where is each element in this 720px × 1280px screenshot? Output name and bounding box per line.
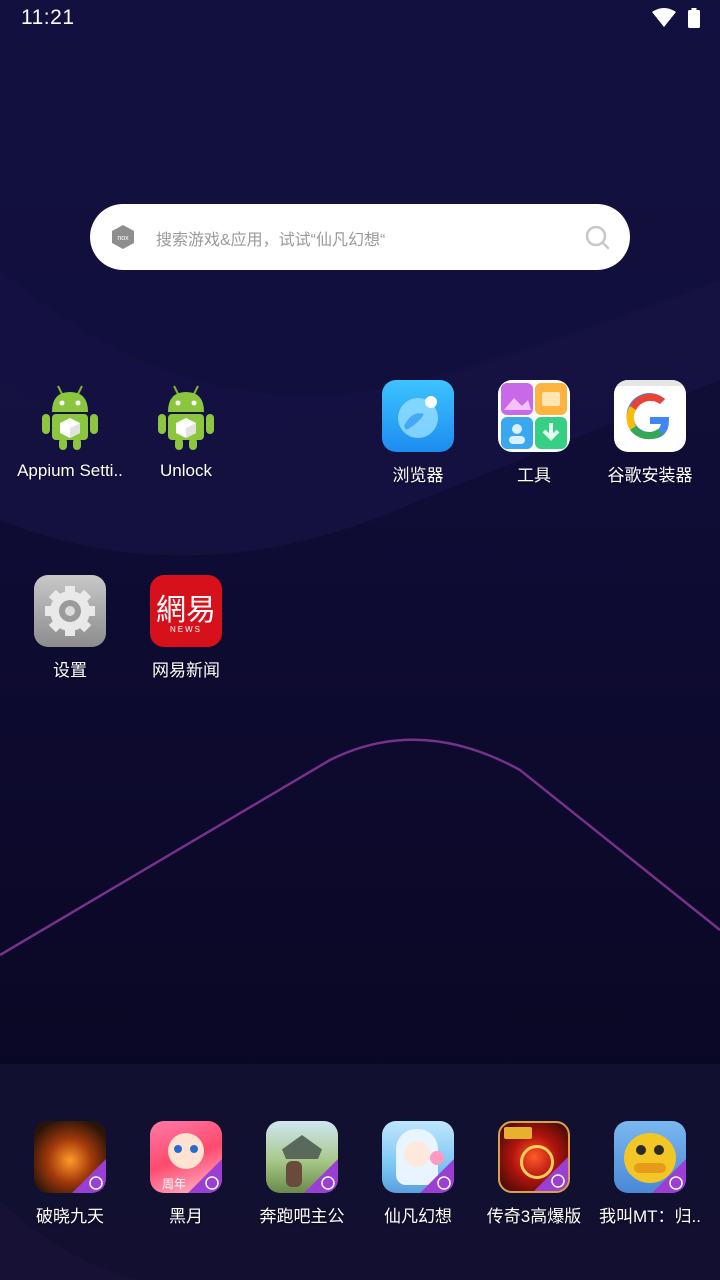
dock-app-heiyue[interactable]: 周年 黑月 [128,1121,244,1241]
game-icon [382,1121,454,1193]
game-icon [498,1121,570,1193]
app-label: 传奇3高爆版 [486,1207,582,1226]
game-icon [614,1121,686,1193]
app-label: 谷歌安装器 [607,466,693,485]
app-label: Appium Setti.. [17,461,123,480]
app-unlock[interactable]: Unlock [128,380,244,500]
nox-badge-icon [534,1157,568,1191]
nox-badge-icon [304,1159,338,1193]
dock-app-chuanqi3[interactable]: 传奇3高爆版 [476,1121,592,1241]
netease-logo-text: 網易 [156,593,216,628]
game-icon [266,1121,338,1193]
app-label: 仙凡幻想 [384,1207,452,1226]
wifi-icon [652,8,676,27]
dock-app-wojiao-mt[interactable]: 我叫MT：归.. [592,1121,708,1241]
app-label: 网易新闻 [152,661,220,680]
status-icons [652,8,700,28]
battery-icon [688,8,700,28]
app-label: 奔跑吧主公 [259,1207,345,1226]
search-input[interactable]: 搜索游戏&应用，试试“仙凡幻想“ [156,226,385,250]
dock-app-xianfan-huanxiang[interactable]: 仙凡幻想 [360,1121,476,1241]
browser-icon [382,380,454,452]
dock-app-poxiao-jiutian[interactable]: 破晓九天 [12,1121,128,1241]
anniversary-badge: 周年 [162,1177,187,1191]
app-label: 我叫MT：归.. [599,1207,701,1226]
google-icon [614,380,686,452]
netease-news-icon: 網易 NEWS [150,575,222,647]
app-label: 工具 [517,466,551,485]
nox-badge-icon [72,1159,106,1193]
nox-badge-icon [652,1159,686,1193]
app-label: 设置 [53,661,87,680]
netease-logo-sub: NEWS [170,625,202,634]
tools-folder-icon [498,380,570,452]
dock-app-benpaoba-zhugong[interactable]: 奔跑吧主公 [244,1121,360,1241]
app-google-installer[interactable]: 谷歌安装器 [592,380,708,500]
app-tools-folder[interactable]: 工具 [476,380,592,500]
game-icon [34,1121,106,1193]
app-netease-news[interactable]: 網易 NEWS 网易新闻 [128,575,244,695]
nox-logo-text: nox [117,235,129,242]
status-bar: 11:21 [0,0,720,36]
game-icon: 周年 [150,1121,222,1193]
app-label: 破晓九天 [36,1207,104,1226]
search-bar[interactable]: nox 搜索游戏&应用，试试“仙凡幻想“ [90,204,630,270]
android-icon [42,385,98,450]
android-icon [158,385,214,450]
app-settings[interactable]: 设置 [12,575,128,695]
settings-gear-icon [34,575,106,647]
nox-badge-icon [188,1159,222,1193]
app-appium-settings[interactable]: Appium Setti.. [12,380,128,500]
app-label: 黑月 [169,1207,203,1226]
search-icon[interactable] [584,224,610,250]
nox-logo-icon: nox [112,225,134,249]
app-label: Unlock [160,461,212,480]
app-browser[interactable]: 浏览器 [360,380,476,500]
status-time: 11:21 [21,6,75,29]
nox-badge-icon [420,1159,454,1193]
app-label: 浏览器 [392,466,444,485]
